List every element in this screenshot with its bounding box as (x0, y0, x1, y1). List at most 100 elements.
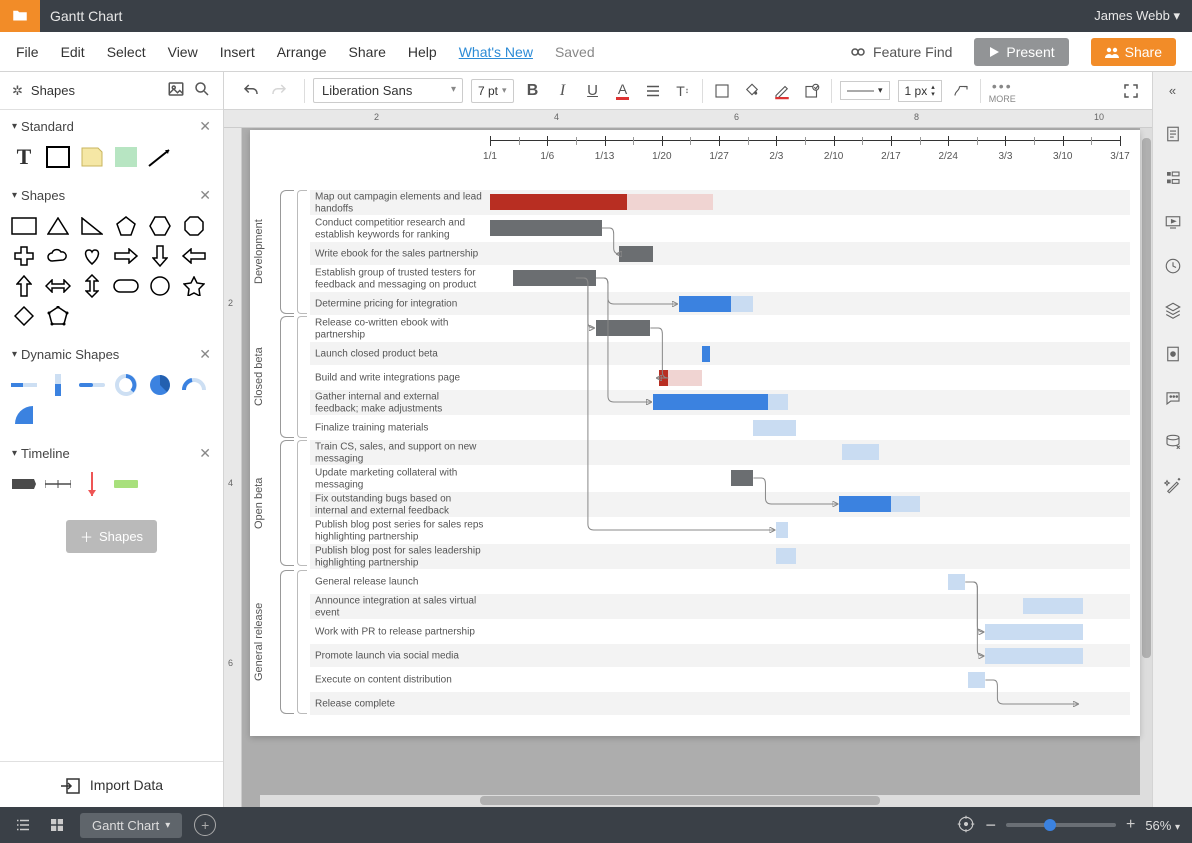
task-bar[interactable] (753, 420, 796, 436)
document-title[interactable]: Gantt Chart (40, 8, 122, 24)
task-row[interactable]: Build and write integrations page (250, 366, 1130, 390)
fullscreen-button[interactable] (1120, 80, 1142, 102)
octagon-shape[interactable] (180, 214, 208, 238)
task-row[interactable]: Publish blog post series for sales reps … (250, 518, 1130, 544)
task-bar[interactable] (1023, 598, 1083, 614)
add-page-button[interactable]: + (194, 814, 216, 836)
hotspot-shape[interactable] (112, 145, 140, 169)
user-menu[interactable]: James Webb ▾ (1094, 8, 1192, 24)
feature-find[interactable]: Feature Find (849, 43, 952, 61)
task-bar[interactable] (776, 522, 787, 538)
task-bar[interactable] (891, 496, 920, 512)
task-bar[interactable] (731, 296, 754, 312)
task-row[interactable]: Map out campagin elements and lead hando… (250, 190, 1130, 216)
double-h-arrow-shape[interactable] (44, 274, 72, 298)
database-icon[interactable] (1159, 428, 1187, 456)
target-icon[interactable] (957, 815, 975, 836)
task-bar[interactable] (679, 296, 731, 312)
page[interactable]: 1/11/61/131/201/272/32/102/172/243/33/10… (250, 130, 1140, 736)
page-tab[interactable]: Gantt Chart ▾ (80, 813, 182, 838)
task-row[interactable]: Gather internal and external feedback; m… (250, 390, 1130, 416)
menu-share[interactable]: Share (349, 44, 386, 60)
double-v-arrow-shape[interactable] (78, 274, 106, 298)
milestone-shape[interactable] (78, 472, 106, 496)
line-timeline-shape[interactable] (44, 472, 72, 496)
redo-button[interactable] (268, 80, 290, 102)
circle-shape[interactable] (146, 274, 174, 298)
underline-button[interactable]: U (582, 80, 604, 102)
donut-shape[interactable] (112, 373, 140, 397)
menu-file[interactable]: File (16, 44, 39, 60)
menu-select[interactable]: Select (107, 44, 146, 60)
line-options-button[interactable] (950, 80, 972, 102)
task-bar[interactable] (668, 370, 702, 386)
present-button[interactable]: Present (974, 38, 1068, 66)
search-icon[interactable] (193, 80, 211, 101)
chat-icon[interactable] (1159, 384, 1187, 412)
cross-shape[interactable] (10, 244, 38, 268)
task-row[interactable]: Determine pricing for integration (250, 292, 1130, 316)
fill-color-button[interactable] (741, 80, 763, 102)
down-arrow-shape[interactable] (146, 244, 174, 268)
shape-options-button[interactable] (801, 80, 823, 102)
task-row[interactable]: Update marketing collateral with messagi… (250, 466, 1130, 492)
star-shape[interactable] (180, 274, 208, 298)
task-bar[interactable] (776, 548, 796, 564)
font-size-select[interactable]: 7 pt ▾ (471, 79, 514, 103)
task-bar[interactable] (490, 220, 602, 236)
vbar-shape[interactable] (44, 373, 72, 397)
task-bar[interactable] (968, 672, 985, 688)
close-icon[interactable]: ✕ (199, 346, 211, 363)
task-bar[interactable] (619, 246, 653, 262)
left-arrow-shape[interactable] (180, 244, 208, 268)
font-select[interactable]: Liberation Sans ▾ (313, 78, 463, 103)
task-row[interactable]: Launch closed product beta (250, 342, 1130, 366)
task-bar[interactable] (768, 394, 788, 410)
close-icon[interactable]: ✕ (199, 118, 211, 135)
pie-shape[interactable] (146, 373, 174, 397)
presentation-icon[interactable] (1159, 208, 1187, 236)
zoom-level[interactable]: 56% ▾ (1145, 818, 1180, 833)
slider-shape[interactable] (78, 373, 106, 397)
task-row[interactable]: Conduct competitior research and establi… (250, 216, 1130, 242)
line-width-select[interactable]: 1 px▴▾ (898, 80, 942, 102)
task-bar[interactable] (596, 320, 650, 336)
diamond-shape[interactable] (10, 304, 38, 328)
task-bar[interactable] (653, 394, 768, 410)
image-icon[interactable] (167, 80, 185, 101)
list-view-icon[interactable] (12, 814, 34, 836)
import-data-button[interactable]: Import Data (0, 761, 223, 807)
shape-fill-button[interactable] (711, 80, 733, 102)
pill-shape[interactable] (112, 274, 140, 298)
bold-button[interactable]: B (522, 80, 544, 102)
gantt-chart[interactable]: 1/11/61/131/201/272/32/102/172/243/33/10… (250, 190, 1130, 716)
data-icon[interactable] (1159, 340, 1187, 368)
task-row[interactable]: Train CS, sales, and support on new mess… (250, 440, 1130, 466)
triangle-shape[interactable] (44, 214, 72, 238)
folder-icon[interactable] (0, 0, 40, 32)
zoom-slider[interactable] (1006, 823, 1116, 827)
line-shape[interactable] (146, 145, 174, 169)
text-options-button[interactable]: T↕ (672, 80, 694, 102)
task-bar[interactable] (842, 444, 879, 460)
right-triangle-shape[interactable] (78, 214, 106, 238)
task-bar[interactable] (659, 370, 668, 386)
task-row[interactable]: Release complete (250, 692, 1130, 716)
canvas[interactable]: 1/11/61/131/201/272/32/102/172/243/33/10… (242, 128, 1152, 807)
task-bar[interactable] (513, 270, 596, 286)
task-row[interactable]: Write ebook for the sales partnership (250, 242, 1130, 266)
task-bar[interactable] (702, 346, 711, 362)
text-shape[interactable]: T (10, 145, 38, 169)
heart-shape[interactable] (78, 244, 106, 268)
block-shape[interactable] (44, 145, 72, 169)
progress-bar-shape[interactable] (10, 373, 38, 397)
task-bar[interactable] (627, 194, 713, 210)
layers-icon[interactable] (1159, 296, 1187, 324)
task-bar[interactable] (985, 648, 1082, 664)
grid-view-icon[interactable] (46, 814, 68, 836)
close-icon[interactable]: ✕ (199, 445, 211, 462)
share-button[interactable]: Share (1091, 38, 1176, 66)
task-bar[interactable] (731, 470, 754, 486)
pentagon-shape[interactable] (112, 214, 140, 238)
task-row[interactable]: Announce integration at sales virtual ev… (250, 594, 1130, 620)
